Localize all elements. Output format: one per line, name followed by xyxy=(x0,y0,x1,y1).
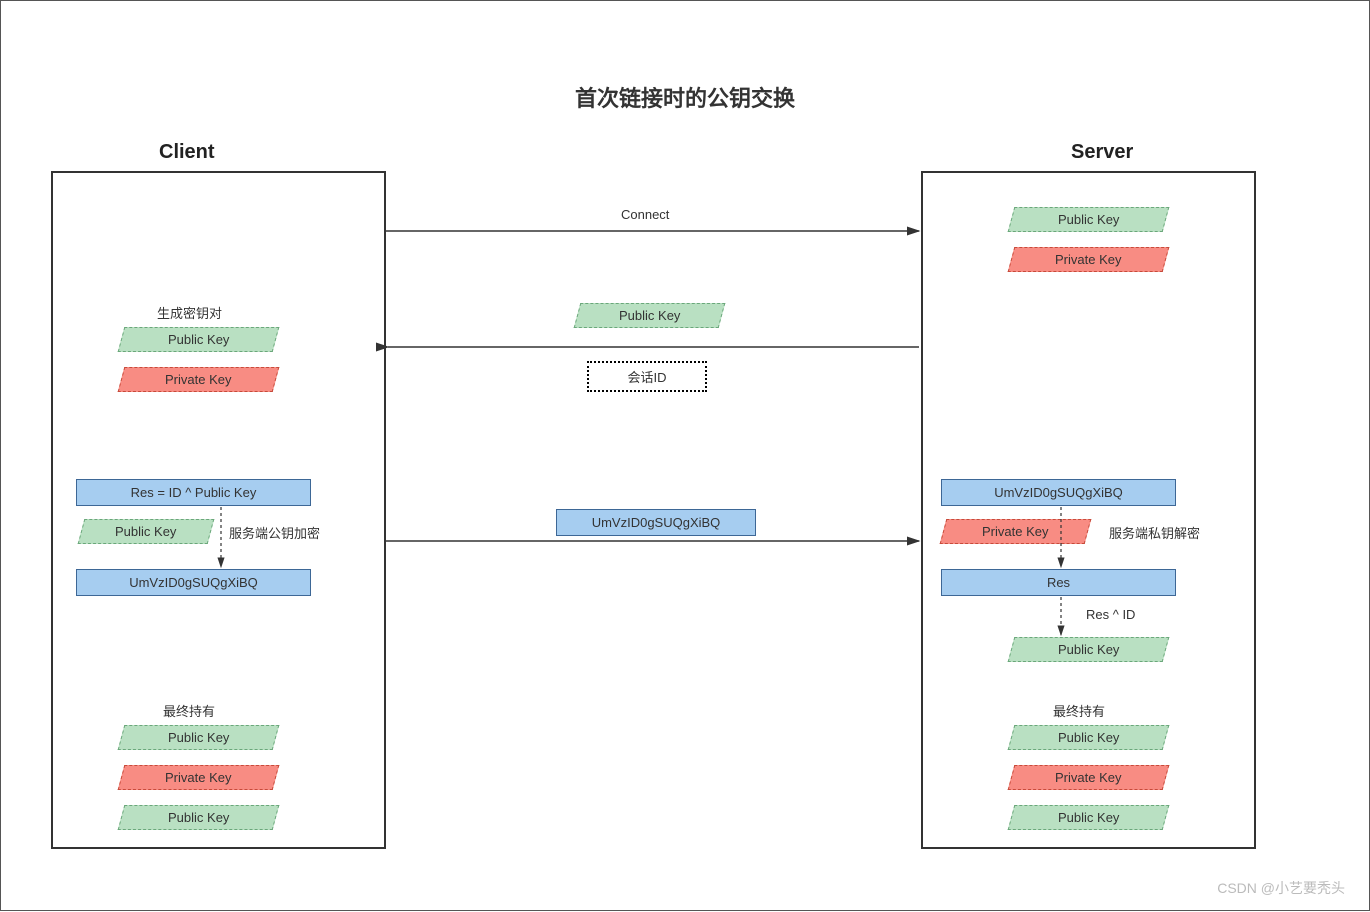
server-private-key: Private Key xyxy=(1008,247,1170,272)
server-decrypt-with-priv: Private Key xyxy=(940,519,1092,544)
client-public-key: Public Key xyxy=(118,327,280,352)
footer-watermark: CSDN @小艺要秃头 xyxy=(1217,878,1345,898)
diagram-canvas: 首次链接时的公钥交换 Client Server Public Key Priv… xyxy=(0,0,1370,911)
client-column-label: Client xyxy=(159,141,215,164)
res-xor-id-label: Res ^ ID xyxy=(1086,607,1135,622)
client-ciphertext: UmVzID0gSUQgXiBQ xyxy=(76,569,311,596)
client-final-priv: Private Key xyxy=(118,765,280,790)
server-derived-public-key: Public Key xyxy=(1008,637,1170,662)
diagram-title: 首次链接时的公钥交换 xyxy=(1,81,1369,113)
server-final-pub1: Public Key xyxy=(1008,725,1170,750)
server-final-pub2: Public Key xyxy=(1008,805,1170,830)
server-final-label: 最终持有 xyxy=(1053,701,1105,720)
client-private-key: Private Key xyxy=(118,367,280,392)
server-priv-decrypt-label: 服务端私钥解密 xyxy=(1109,523,1200,542)
client-encrypt-with-pub: Public Key xyxy=(78,519,215,544)
server-ciphertext: UmVzID0gSUQgXiBQ xyxy=(941,479,1176,506)
client-res-formula: Res = ID ^ Public Key xyxy=(76,479,311,506)
client-final-label: 最终持有 xyxy=(163,701,215,720)
server-public-key: Public Key xyxy=(1008,207,1170,232)
server-pub-encrypt-label: 服务端公钥加密 xyxy=(229,523,320,542)
gen-keypair-label: 生成密钥对 xyxy=(157,303,222,322)
connect-label: Connect xyxy=(621,207,669,222)
server-sends-public-key: Public Key xyxy=(574,303,726,328)
server-res: Res xyxy=(941,569,1176,596)
server-final-priv: Private Key xyxy=(1008,765,1170,790)
middle-ciphertext: UmVzID0gSUQgXiBQ xyxy=(556,509,756,536)
server-column-label: Server xyxy=(1071,141,1133,164)
client-final-pub2: Public Key xyxy=(118,805,280,830)
client-final-pub1: Public Key xyxy=(118,725,280,750)
session-id-box: 会话ID xyxy=(587,361,707,392)
